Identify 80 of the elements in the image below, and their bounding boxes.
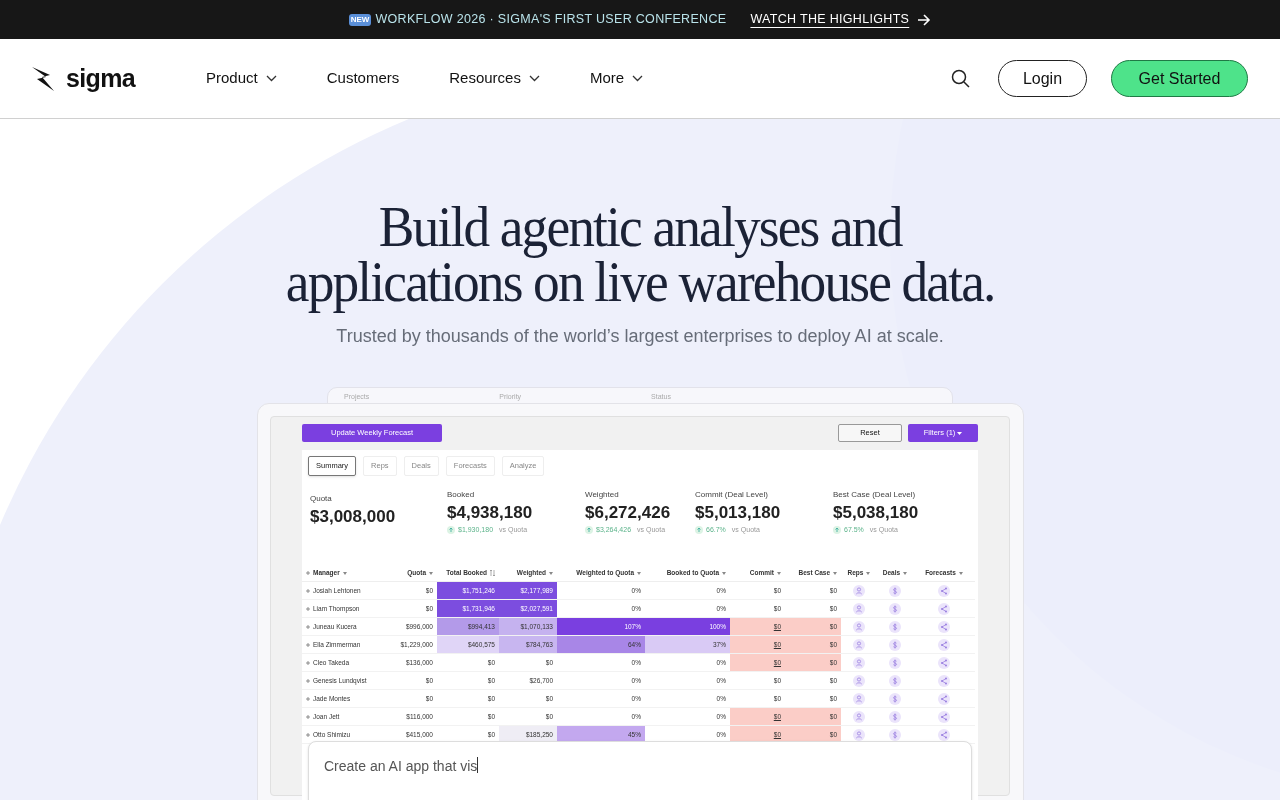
plus-icon bbox=[306, 660, 310, 665]
kpi-value: $4,938,180 bbox=[447, 502, 534, 524]
hero-subtitle: Trusted by thousands of the world’s largest enterprises to deploy AI at scale. bbox=[336, 325, 944, 348]
kpi-label: Quota bbox=[310, 493, 333, 505]
caret-icon bbox=[637, 571, 641, 575]
sort-icon bbox=[490, 570, 495, 576]
kpi-value: $3,008,000 bbox=[310, 506, 397, 528]
dollar-icon[interactable] bbox=[889, 584, 901, 597]
kpi-value: $5,038,180 bbox=[833, 502, 920, 524]
share-icon[interactable] bbox=[938, 728, 950, 741]
dollar-icon[interactable] bbox=[889, 602, 901, 615]
prompt-field[interactable]: Create an AI app that vis bbox=[308, 741, 972, 800]
caret-icon bbox=[777, 571, 781, 575]
share-icon[interactable] bbox=[938, 602, 950, 615]
person-icon[interactable] bbox=[853, 602, 865, 615]
kpi-label: Commit (Deal Level) bbox=[695, 489, 769, 501]
kpi-label: Best Case (Deal Level) bbox=[833, 489, 917, 501]
caret-icon bbox=[958, 571, 963, 575]
search-icon[interactable] bbox=[951, 69, 970, 88]
share-icon[interactable] bbox=[938, 620, 950, 633]
chevron-down-icon bbox=[528, 75, 540, 82]
caret-icon bbox=[903, 571, 908, 575]
chevron-down-icon bbox=[632, 75, 644, 82]
caret-icon bbox=[549, 571, 553, 575]
person-icon[interactable] bbox=[853, 728, 865, 741]
nav-menu-item[interactable]: Customers bbox=[326, 67, 400, 90]
up-arrow-icon bbox=[695, 526, 703, 535]
plus-icon bbox=[306, 732, 310, 737]
up-arrow-icon bbox=[833, 526, 841, 535]
person-icon[interactable] bbox=[853, 656, 865, 669]
dollar-icon[interactable] bbox=[889, 674, 901, 687]
caret-icon bbox=[866, 571, 871, 575]
dollar-icon[interactable] bbox=[889, 710, 901, 723]
announcement-text: WORKFLOW 2026 · SIGMA'S FIRST USER CONFERENCE bbox=[375, 11, 727, 29]
share-icon[interactable] bbox=[938, 656, 950, 669]
kpi-value: $5,013,180 bbox=[695, 502, 782, 524]
sigma-logo[interactable]: sigma bbox=[32, 59, 182, 98]
plus-icon bbox=[306, 624, 310, 629]
dollar-icon[interactable] bbox=[889, 620, 901, 633]
plus-icon bbox=[306, 714, 310, 719]
dollar-icon[interactable] bbox=[889, 692, 901, 705]
highlights-link[interactable]: WATCH THE HIGHLIGHTS bbox=[750, 10, 932, 29]
share-icon[interactable] bbox=[938, 692, 950, 705]
dollar-icon[interactable] bbox=[889, 656, 901, 669]
caret-icon bbox=[957, 431, 963, 435]
plus-icon bbox=[306, 571, 310, 575]
caret-icon bbox=[342, 571, 347, 575]
up-arrow-icon bbox=[585, 526, 593, 535]
kpi-label: Booked bbox=[447, 489, 476, 501]
person-icon[interactable] bbox=[853, 710, 865, 723]
share-icon[interactable] bbox=[938, 638, 950, 651]
get-started-button[interactable]: Get Started bbox=[1111, 60, 1248, 97]
dollar-icon[interactable] bbox=[889, 638, 901, 651]
person-icon[interactable] bbox=[853, 620, 865, 633]
caret-icon bbox=[833, 571, 837, 575]
person-icon[interactable] bbox=[853, 584, 865, 597]
plus-icon bbox=[306, 642, 310, 647]
kpi-label: Weighted bbox=[585, 489, 620, 501]
plus-icon bbox=[306, 606, 310, 611]
kpi-value: $6,272,426 bbox=[585, 502, 672, 524]
nav-menu-item[interactable]: More bbox=[589, 67, 644, 90]
person-icon[interactable] bbox=[853, 674, 865, 687]
plus-icon bbox=[306, 588, 310, 593]
caret-icon bbox=[429, 571, 433, 575]
text-cursor bbox=[477, 757, 479, 773]
chevron-down-icon bbox=[265, 75, 277, 82]
share-icon[interactable] bbox=[938, 710, 950, 723]
plus-icon bbox=[306, 678, 310, 683]
nav-menu-item[interactable]: Product bbox=[206, 67, 277, 90]
share-icon[interactable] bbox=[938, 584, 950, 597]
plus-icon bbox=[306, 696, 310, 701]
caret-icon bbox=[722, 571, 726, 575]
arrow-right-icon bbox=[917, 13, 932, 26]
new-badge: NEW bbox=[348, 13, 372, 26]
share-icon[interactable] bbox=[938, 674, 950, 687]
nav-menu-item[interactable]: Resources bbox=[449, 67, 540, 90]
person-icon[interactable] bbox=[853, 692, 865, 705]
up-arrow-icon bbox=[447, 526, 455, 535]
person-icon[interactable] bbox=[853, 638, 865, 651]
dollar-icon[interactable] bbox=[889, 728, 901, 741]
